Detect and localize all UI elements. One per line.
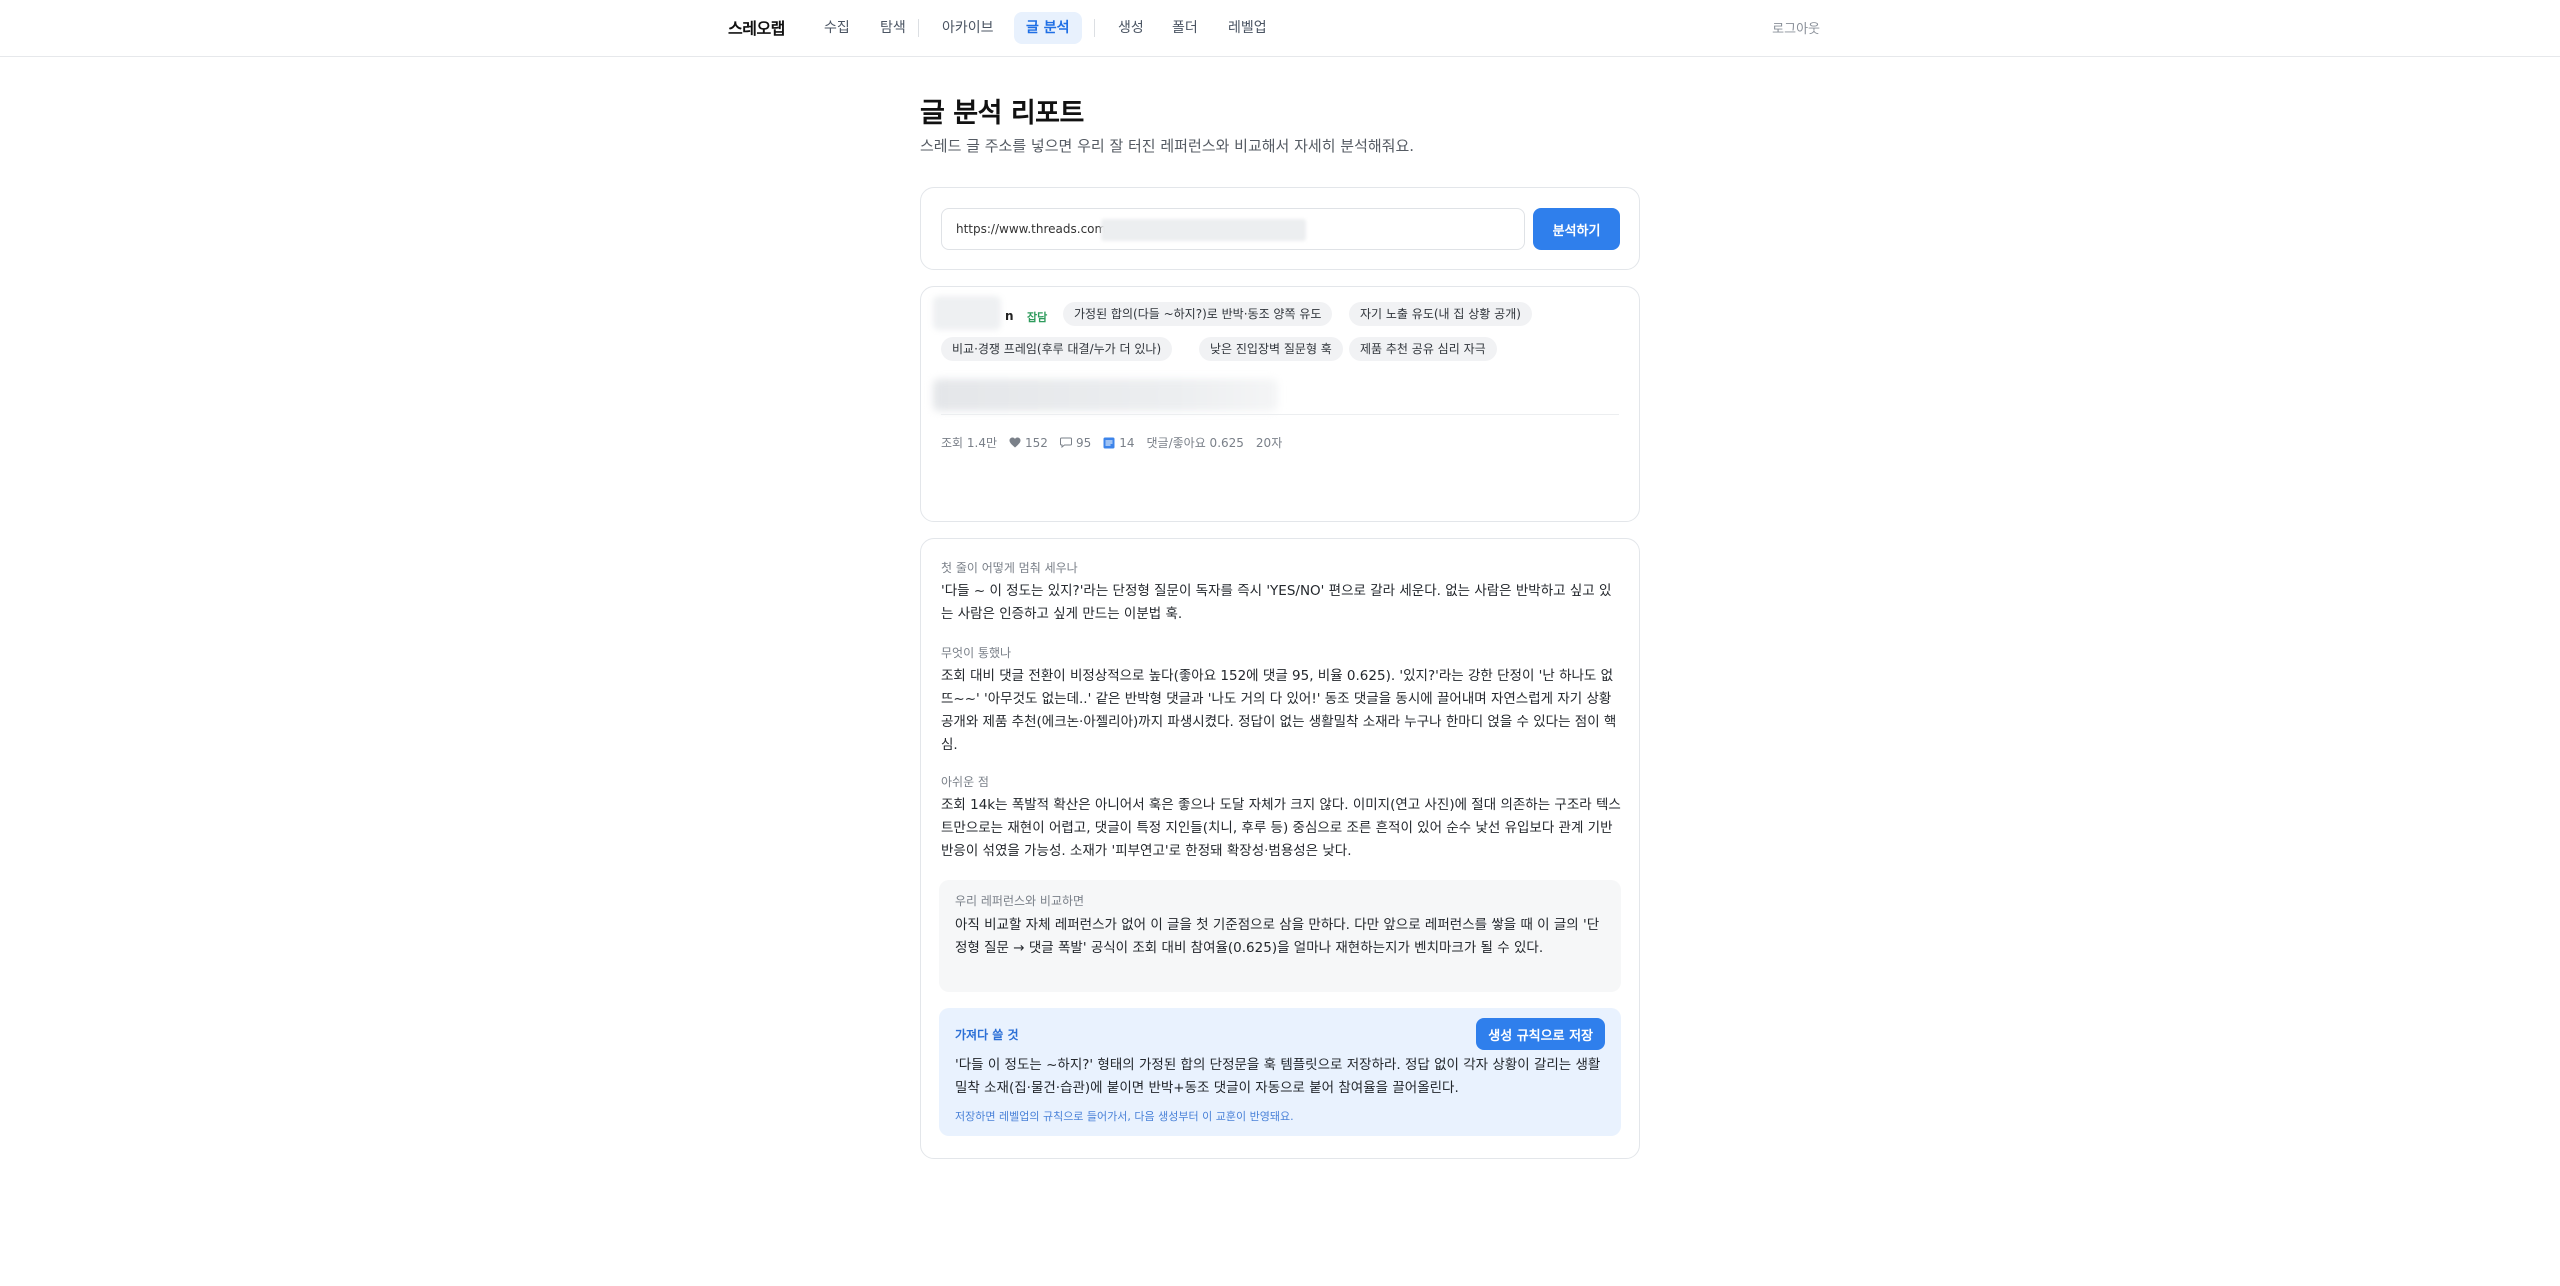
save-rule-button[interactable]: 생성 규칙으로 저장 bbox=[1476, 1018, 1605, 1050]
compare-section-label: 우리 레퍼런스와 비교하면 bbox=[955, 894, 1085, 908]
hook-section-body: '다들 ~ 이 정도는 있지?'라는 단정형 질문이 독자를 즉시 'YES/N… bbox=[941, 583, 1612, 622]
top-nav: 스레오랩 수집 탐색 아카이브 글 분석 생성 폴더 레벨업 로그아웃 bbox=[0, 0, 2560, 57]
takeaway-body: '다들 이 정도는 ~하지?' 형태의 가정된 합의 단정문을 훅 템플릿으로 … bbox=[955, 1057, 1601, 1096]
reposts-stat: 14 bbox=[1103, 435, 1135, 450]
age-stat: 20자 bbox=[1256, 434, 1282, 451]
comments-value: 95 bbox=[1075, 435, 1092, 450]
brand-logo[interactable]: 스레오랩 bbox=[728, 15, 785, 39]
heart-icon bbox=[1009, 437, 1021, 448]
compare-box: 우리 레퍼런스와 비교하면 아직 비교할 자체 레퍼런스가 없어 이 글을 첫 … bbox=[939, 880, 1621, 992]
analysis-card: 첫 줄이 어떻게 멈춰 세우나 '다들 ~ 이 정도는 있지?'라는 단정형 질… bbox=[920, 538, 1640, 1159]
nav-item-folder[interactable]: 폴더 bbox=[1160, 12, 1210, 44]
reposts-value: 14 bbox=[1119, 435, 1135, 450]
page-title: 글 분석 리포트 bbox=[920, 98, 1084, 129]
views-value: 조회 1.4만 bbox=[941, 436, 998, 450]
analyze-button[interactable]: 분석하기 bbox=[1533, 208, 1620, 250]
likes-value: 152 bbox=[1025, 435, 1048, 450]
nav-item-collect[interactable]: 수집 bbox=[812, 12, 862, 44]
nav-item-explore[interactable]: 탐색 bbox=[868, 12, 918, 44]
takeaway-label: 가져다 쓸 것 bbox=[955, 1028, 1019, 1042]
category-tag: 잡담 bbox=[1027, 311, 1048, 324]
url-redacted-blur bbox=[1101, 219, 1306, 241]
nav-item-post-analysis[interactable]: 글 분석 bbox=[1014, 12, 1082, 44]
pattern-tag: 제품 추천 공유 심리 자극 bbox=[1349, 337, 1497, 361]
page-subtitle: 스레드 글 주소를 넣으면 우리 잘 터진 레퍼런스와 비교해서 자세히 분석해… bbox=[920, 137, 1415, 155]
author-name: n bbox=[1005, 309, 1014, 323]
logout-link[interactable]: 로그아웃 bbox=[1772, 18, 1820, 37]
divider bbox=[941, 414, 1619, 415]
repost-icon bbox=[1103, 437, 1115, 448]
ratio-value: 댓글/좋아요 0.625 bbox=[1146, 436, 1244, 450]
views-stat: 조회 1.4만 bbox=[941, 434, 997, 451]
post-stats: 조회 1.4만 152 95 14 댓글/좋아요 0.625 20자 bbox=[941, 434, 1294, 451]
compare-section-body: 아직 비교할 자체 레퍼런스가 없어 이 글을 첫 기준점으로 삼을 만하다. … bbox=[955, 917, 1600, 956]
nav-inner: 스레오랩 수집 탐색 아카이브 글 분석 생성 폴더 레벨업 로그아웃 bbox=[728, 0, 1820, 56]
age-value: 20자 bbox=[1255, 436, 1283, 450]
pattern-tag: 낮은 진입장벽 질문형 훅 bbox=[1199, 337, 1343, 361]
weak-section-body: 조회 14k는 폭발적 확산은 아니어서 훅은 좋으나 도달 자체가 크지 않다… bbox=[941, 797, 1621, 859]
weak-section-label: 아쉬운 점 bbox=[941, 775, 989, 789]
comments-stat: 95 bbox=[1059, 435, 1092, 450]
takeaway-note: 저장하면 레벨업의 규칙으로 들어가서, 다음 생성부터 이 교훈이 반영돼요. bbox=[955, 1110, 1294, 1123]
post-content-redacted-blur bbox=[933, 379, 1278, 411]
pattern-tag: 비교·경쟁 프레임(후루 대결/누가 더 있나) bbox=[941, 337, 1173, 361]
nav-item-generate[interactable]: 생성 bbox=[1106, 12, 1156, 44]
url-form-card: 분석하기 bbox=[920, 187, 1640, 270]
why-section-body: 조회 대비 댓글 전환이 비정상적으로 높다(좋아요 152에 댓글 95, 비… bbox=[941, 668, 1617, 753]
takeaway-box: 가져다 쓸 것 생성 규칙으로 저장 '다들 이 정도는 ~하지?' 형태의 가… bbox=[939, 1008, 1621, 1136]
hook-section-label: 첫 줄이 어떻게 멈춰 세우나 bbox=[941, 561, 1078, 575]
nav-divider bbox=[918, 19, 919, 37]
nav-divider bbox=[1094, 19, 1095, 37]
why-section-label: 무엇이 통했나 bbox=[941, 646, 1012, 660]
nav-item-levelup[interactable]: 레벨업 bbox=[1216, 12, 1279, 44]
ratio-stat: 댓글/좋아요 0.625 bbox=[1147, 434, 1244, 451]
author-redacted-blur bbox=[933, 296, 1001, 330]
nav-item-archive[interactable]: 아카이브 bbox=[930, 12, 1006, 44]
post-summary-card: n 잡담 가정된 합의(다들 ~하지?)로 반박·동조 양쪽 유도 자기 노출 … bbox=[920, 286, 1640, 522]
likes-stat: 152 bbox=[1009, 436, 1048, 450]
comment-icon bbox=[1059, 437, 1072, 448]
pattern-tag: 자기 노출 유도(내 집 상황 공개) bbox=[1349, 302, 1532, 326]
pattern-tag: 가정된 합의(다들 ~하지?)로 반박·동조 양쪽 유도 bbox=[1063, 302, 1333, 326]
